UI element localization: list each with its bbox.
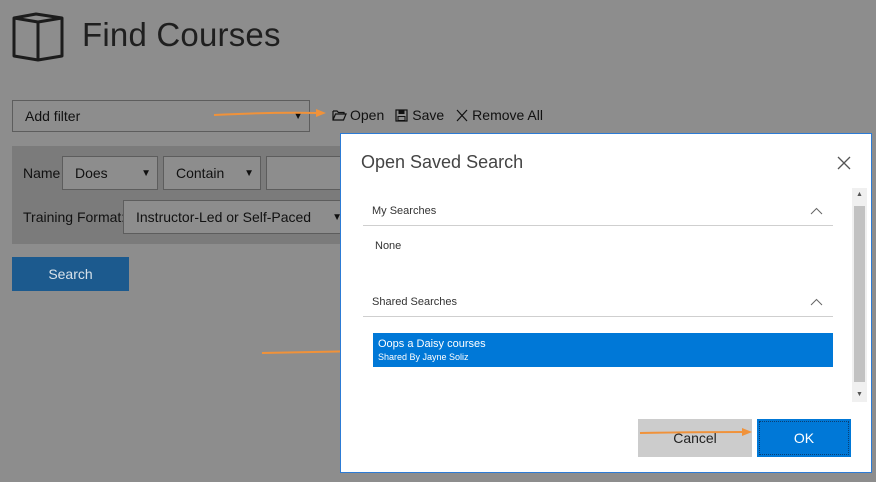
name-operator-select[interactable]: Does ▼ <box>62 156 158 190</box>
my-searches-empty-text: None <box>375 240 402 252</box>
save-label: Save <box>412 107 445 123</box>
search-button[interactable]: Search <box>12 257 129 291</box>
chevron-up-icon <box>810 298 823 306</box>
training-format-label: Training Format: <box>23 209 126 225</box>
remove-all-button[interactable]: Remove All <box>454 107 543 123</box>
name-match-select[interactable]: Contain ▼ <box>163 156 261 190</box>
name-operator-value: Does <box>75 165 108 181</box>
arrow-annotation <box>639 428 752 436</box>
close-icon[interactable] <box>837 156 851 170</box>
save-button[interactable]: Save <box>394 107 444 123</box>
ok-button[interactable]: OK <box>757 419 851 457</box>
floppy-disk-icon <box>395 108 408 122</box>
filter-panel: Name Does ▼ Contain ▼ Training Format: I… <box>12 146 356 244</box>
shared-searches-header[interactable]: Shared Searches <box>363 283 833 317</box>
training-format-select[interactable]: Instructor-Led or Self-Paced ▼ <box>123 200 355 234</box>
close-icon <box>456 109 468 121</box>
saved-search-shared-by: Shared By Jayne Soliz <box>378 352 469 362</box>
search-toolbar: Open Save Remove All <box>332 107 543 123</box>
scrollbar-thumb[interactable] <box>854 206 865 382</box>
arrow-annotation <box>213 109 326 117</box>
name-match-value: Contain <box>176 165 225 181</box>
arrow-down-icon[interactable]: ▼ <box>852 388 867 402</box>
chevron-down-icon: ▼ <box>141 168 151 179</box>
remove-all-label: Remove All <box>472 107 543 123</box>
add-filter-label: Add filter <box>25 108 81 124</box>
book-icon <box>12 12 64 62</box>
chevron-down-icon: ▼ <box>244 168 254 179</box>
dialog-title: Open Saved Search <box>361 152 524 172</box>
chevron-up-icon <box>810 207 823 215</box>
arrow-up-icon[interactable]: ▲ <box>852 188 867 202</box>
my-searches-label: My Searches <box>372 205 437 217</box>
saved-search-name: Oops a Daisy courses <box>378 338 486 350</box>
page-title: Find Courses <box>82 16 281 53</box>
my-searches-header[interactable]: My Searches <box>363 192 833 226</box>
open-saved-search-dialog: Open Saved Search My Searches None Share… <box>340 133 872 473</box>
list-item[interactable]: Oops a Daisy courses Shared By Jayne Sol… <box>373 333 833 367</box>
scrollbar[interactable]: ▲ ▼ <box>852 188 867 402</box>
training-format-value: Instructor-Led or Self-Paced <box>136 209 312 225</box>
name-filter-label: Name <box>23 165 61 181</box>
folder-open-icon <box>332 109 347 121</box>
open-button[interactable]: Open <box>332 107 384 123</box>
cancel-button[interactable]: Cancel <box>638 419 752 457</box>
open-label: Open <box>350 107 385 123</box>
shared-searches-label: Shared Searches <box>372 296 457 308</box>
